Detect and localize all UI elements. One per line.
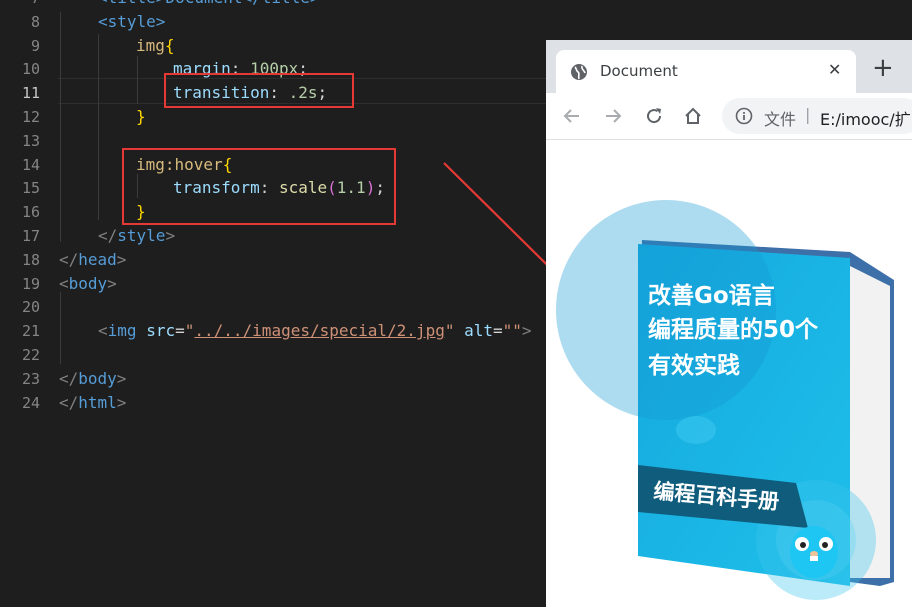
book-title-line-2: 编程质量的50个 [648, 316, 819, 343]
code-token: head [78, 249, 117, 269]
code-token: alt [464, 321, 494, 341]
code-text: <img src="../../images/special/2.jpg" al… [98, 319, 532, 343]
globe-icon [570, 63, 588, 81]
forward-button[interactable] [601, 104, 625, 128]
code-token: < [98, 321, 108, 341]
reload-icon [647, 108, 662, 124]
code-text: img{ [136, 34, 175, 58]
code-token: > [116, 392, 127, 412]
line-number: 22 [21, 346, 40, 364]
code-text: } [136, 105, 146, 129]
code-token: ../../images/special/2.jpg [194, 321, 445, 341]
line-number: 12 [21, 108, 40, 126]
code-token: </ [59, 368, 79, 388]
back-button[interactable] [560, 104, 584, 128]
code-text: <body> [59, 272, 117, 296]
code-token: body [68, 273, 108, 293]
info-icon [735, 107, 753, 125]
code-token: <title>Document</title> [98, 0, 320, 7]
code-token: > [165, 226, 176, 245]
code-token: </ [98, 226, 118, 245]
line-number: 8 [30, 12, 40, 31]
code-line[interactable]: 8 <style> [0, 10, 912, 34]
annotation-box-hover [122, 148, 396, 225]
code-token: style [117, 226, 166, 245]
address-scheme-label: 文件 [764, 110, 797, 129]
line-number: 17 [21, 227, 40, 245]
line-number: 21 [21, 322, 40, 341]
code-text: </style> [98, 224, 175, 248]
code-token: </ [59, 392, 79, 412]
code-token: <style> [98, 11, 166, 31]
code-text: </html> [59, 391, 126, 415]
code-token: } [136, 107, 146, 126]
code-text: <title>Document</title> [98, 0, 320, 10]
line-number: 13 [21, 131, 40, 150]
code-token: < [59, 273, 69, 293]
line-number: 14 [21, 155, 40, 174]
book-cover-image[interactable]: 改善Go语言 编程质量的50个 有效实践 编程百科手册 [546, 140, 912, 607]
code-token: = [175, 321, 185, 341]
book-title-line-1: 改善Go语言 [648, 282, 775, 309]
code-text: </body> [59, 367, 126, 391]
new-tab-button[interactable]: + [872, 55, 894, 81]
line-number: 19 [21, 274, 40, 293]
code-text: </head> [59, 248, 126, 272]
line-number: 18 [21, 250, 40, 269]
code-token: "" [502, 321, 522, 341]
code-token: = [493, 321, 503, 341]
address-separator: | [805, 105, 811, 124]
back-arrow-icon [563, 109, 579, 123]
code-token: > [116, 368, 127, 388]
annotation-box-transition [164, 73, 354, 108]
line-number: 24 [21, 393, 40, 412]
line-number: 11 [21, 84, 40, 103]
book-title-line-3: 有效实践 [648, 352, 740, 379]
code-token: img [136, 35, 165, 55]
line-number: 23 [21, 369, 40, 388]
tab-strip: Document ✕ + [546, 40, 912, 93]
code-token: > [116, 249, 127, 269]
address-bar[interactable]: 文件 | E:/imooc/扩 [722, 98, 912, 134]
line-number: 7 [0, 0, 40, 10]
line-number: 15 [21, 179, 40, 198]
address-text: E:/imooc/扩 [820, 110, 911, 129]
code-line[interactable]: 7 <title>Document</title> [0, 0, 912, 10]
code-token: body [78, 368, 117, 388]
code-token: img [107, 321, 137, 341]
home-button[interactable] [681, 104, 705, 128]
forward-arrow-icon [606, 109, 622, 123]
code-token: { [164, 35, 175, 55]
browser-toolbar: 文件 | E:/imooc/扩 [546, 93, 912, 140]
code-token: " [184, 321, 195, 341]
code-text: <style> [98, 10, 165, 34]
code-token: </ [59, 249, 79, 269]
line-number: 10 [21, 60, 40, 79]
line-number: 16 [21, 203, 40, 222]
code-token: src [146, 321, 176, 341]
browser-window: Document ✕ + 文件 | E:/imooc/扩 改善Go语言 编程质量… [546, 40, 912, 607]
reload-button[interactable] [642, 104, 666, 128]
code-token: html [78, 392, 117, 412]
page-viewport: 改善Go语言 编程质量的50个 有效实践 编程百科手册 [546, 140, 912, 607]
close-tab-icon[interactable]: ✕ [828, 60, 841, 79]
code-token: > [107, 273, 117, 293]
code-token: > [521, 321, 532, 341]
tab-title: Document [600, 62, 678, 80]
tab-document[interactable]: Document ✕ [556, 50, 856, 93]
line-number: 9 [30, 36, 40, 55]
home-icon [685, 107, 701, 124]
line-number: 20 [21, 298, 40, 317]
